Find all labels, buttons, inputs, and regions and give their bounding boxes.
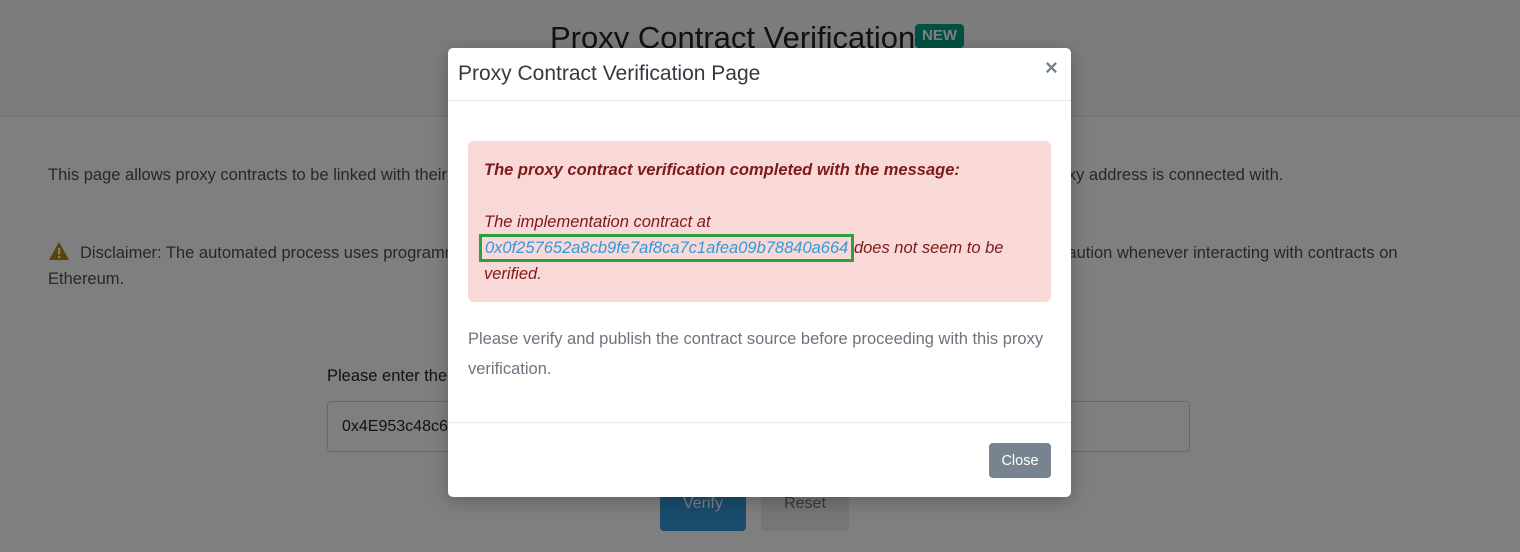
modal-footer: Close bbox=[448, 422, 1071, 498]
modal-body-text: Please verify and publish the contract s… bbox=[468, 330, 1044, 378]
close-icon[interactable]: × bbox=[1045, 56, 1058, 80]
alert-message: The implementation contract at 0x0f25765… bbox=[478, 209, 1035, 287]
close-button[interactable]: Close bbox=[989, 443, 1051, 478]
implementation-address-link[interactable]: 0x0f257652a8cb9fe7af8ca7c1afea09b78840a6… bbox=[478, 234, 855, 262]
error-alert: The proxy contract verification complete… bbox=[468, 141, 1051, 302]
modal-title: Proxy Contract Verification Page bbox=[458, 62, 761, 85]
alert-heading: The proxy contract verification complete… bbox=[484, 161, 960, 179]
modal-header: Proxy Contract Verification Page × bbox=[448, 48, 1071, 101]
verification-result-modal: Proxy Contract Verification Page × The p… bbox=[448, 48, 1071, 497]
alert-message-prefix: The implementation contract at bbox=[484, 213, 711, 231]
